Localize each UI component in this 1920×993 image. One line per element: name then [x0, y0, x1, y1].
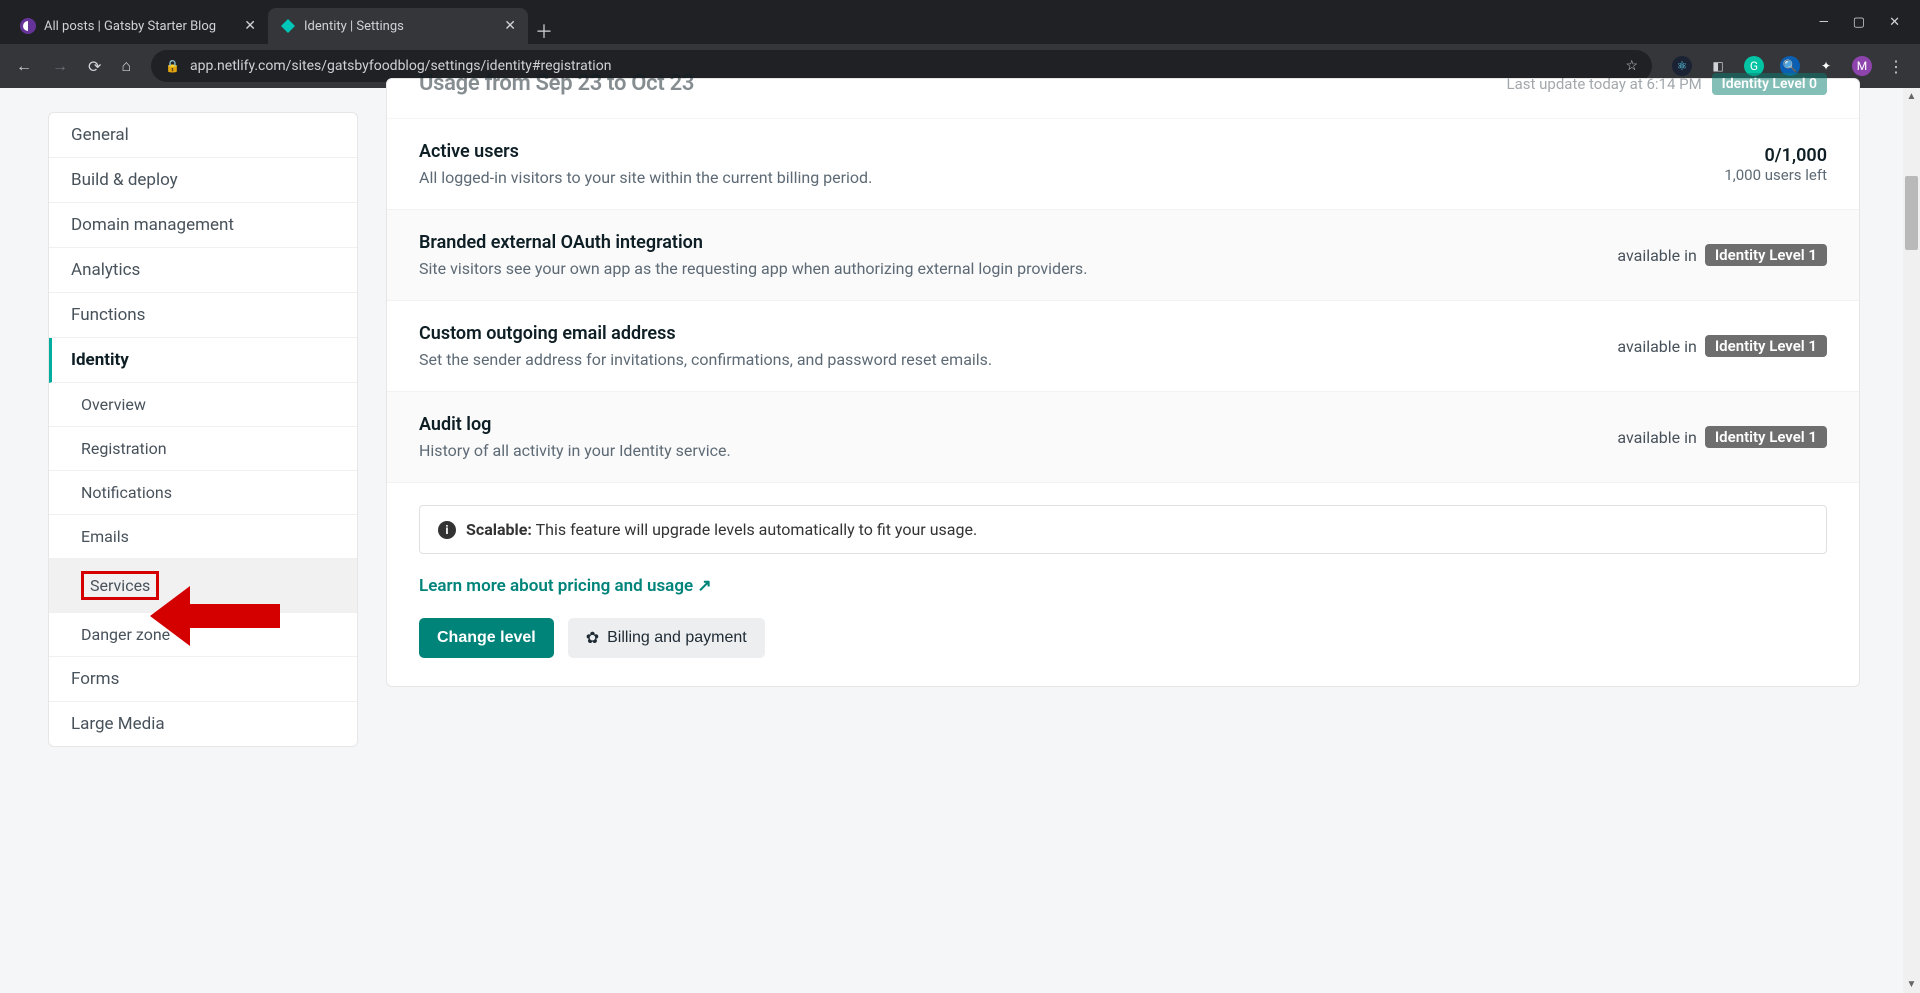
feature-title: Audit log — [419, 414, 731, 435]
sidebar-item-label: Danger zone — [81, 625, 170, 644]
sidebar-item-label: Domain management — [71, 215, 234, 235]
main-panel: Usage from Sep 23 to Oct 23 Last update … — [386, 78, 1860, 687]
lock-icon: 🔒 — [165, 59, 180, 73]
kebab-menu-icon[interactable]: ⋮ — [1888, 57, 1904, 76]
sidebar-item-label: Analytics — [71, 260, 140, 280]
close-window-icon[interactable]: ✕ — [1889, 15, 1900, 30]
sidebar-sub-services[interactable]: Services — [49, 559, 357, 613]
feature-branded-oauth: Branded external OAuth integration Site … — [387, 210, 1859, 301]
button-label: Billing and payment — [607, 629, 747, 647]
sidebar-item-forms[interactable]: Forms — [49, 657, 357, 702]
sidebar-item-domain[interactable]: Domain management — [49, 203, 357, 248]
feature-title: Custom outgoing email address — [419, 323, 992, 344]
feature-count: 0/1,000 — [1724, 145, 1827, 166]
window-controls: — ▢ ✕ — [1819, 0, 1920, 44]
action-buttons: Change level ✿ Billing and payment — [387, 618, 1859, 686]
scroll-down-icon[interactable]: ▼ — [1903, 976, 1920, 993]
sidebar-item-label: Large Media — [71, 714, 165, 734]
sidebar-sub-danger[interactable]: Danger zone — [49, 613, 357, 657]
minimize-icon[interactable]: — — [1819, 15, 1829, 30]
scroll-up-icon[interactable]: ▲ — [1903, 88, 1920, 105]
maximize-icon[interactable]: ▢ — [1853, 15, 1865, 30]
sidebar-item-label: Forms — [71, 669, 119, 689]
available-in-label: available in — [1617, 246, 1696, 265]
sidebar-item-label: Overview — [81, 395, 146, 414]
browser-tab-gatsby[interactable]: All posts | Gatsby Starter Blog ✕ — [8, 8, 268, 44]
browser-tabs: All posts | Gatsby Starter Blog ✕ Identi… — [0, 0, 1920, 44]
sidebar-sub-notifications[interactable]: Notifications — [49, 471, 357, 515]
new-tab-button[interactable]: ＋ — [528, 18, 560, 44]
browser-tab-title: Identity | Settings — [304, 19, 496, 34]
callout-label: Scalable: — [466, 520, 532, 539]
learn-more-text: Learn more about pricing and usage — [419, 576, 693, 596]
home-icon[interactable]: ⌂ — [121, 56, 131, 76]
sidebar-item-large-media[interactable]: Large Media — [49, 702, 357, 746]
usage-last-update: Last update today at 6:14 PM — [1507, 75, 1702, 93]
page-body: General Build & deploy Domain management… — [0, 88, 1920, 993]
sidebar-sub-overview[interactable]: Overview — [49, 383, 357, 427]
sidebar-item-label: Registration — [81, 439, 167, 458]
close-icon[interactable]: ✕ — [244, 18, 256, 34]
sidebar-sub-registration[interactable]: Registration — [49, 427, 357, 471]
info-icon: i — [438, 521, 456, 539]
sidebar-item-label: Identity — [71, 350, 129, 370]
learn-more-link[interactable]: Learn more about pricing and usage ↗ — [419, 576, 1827, 596]
available-in-label: available in — [1617, 428, 1696, 447]
sidebar-item-general[interactable]: General — [49, 113, 357, 158]
sidebar-item-label: Build & deploy — [71, 170, 178, 190]
gear-icon: ✿ — [586, 628, 599, 648]
sidebar-item-label: Services — [81, 571, 159, 600]
feature-custom-email: Custom outgoing email address Set the se… — [387, 301, 1859, 392]
sidebar-item-functions[interactable]: Functions — [49, 293, 357, 338]
sidebar-item-label: Notifications — [81, 483, 172, 502]
change-level-button[interactable]: Change level — [419, 618, 554, 658]
sidebar-item-label: General — [71, 125, 129, 145]
feature-audit-log: Audit log History of all activity in you… — [387, 392, 1859, 483]
netlify-favicon — [280, 18, 296, 34]
feature-level-badge: Identity Level 1 — [1705, 335, 1827, 357]
feature-desc: All logged-in visitors to your site with… — [419, 168, 872, 187]
gatsby-favicon — [20, 18, 36, 34]
browser-tab-title: All posts | Gatsby Starter Blog — [44, 19, 236, 34]
sidebar-item-identity[interactable]: Identity — [49, 338, 357, 383]
identity-level-badge: Identity Level 0 — [1712, 73, 1827, 95]
forward-icon[interactable]: → — [52, 56, 68, 76]
settings-sidebar: General Build & deploy Domain management… — [48, 112, 358, 747]
callout-text: This feature will upgrade levels automat… — [536, 520, 978, 539]
reload-icon[interactable]: ⟳ — [88, 57, 101, 76]
billing-button[interactable]: ✿ Billing and payment — [568, 618, 765, 658]
sidebar-sub-emails[interactable]: Emails — [49, 515, 357, 559]
close-icon[interactable]: ✕ — [504, 18, 516, 34]
scalable-callout: i Scalable: This feature will upgrade le… — [419, 505, 1827, 554]
feature-level-badge: Identity Level 1 — [1705, 426, 1827, 448]
vertical-scrollbar[interactable]: ▲ ▼ — [1903, 88, 1920, 993]
usage-header: Usage from Sep 23 to Oct 23 Last update … — [387, 71, 1859, 119]
feature-title: Branded external OAuth integration — [419, 232, 1087, 253]
usage-title: Usage from Sep 23 to Oct 23 — [419, 71, 694, 96]
feature-active-users: Active users All logged-in visitors to y… — [387, 119, 1859, 210]
external-link-icon: ↗ — [697, 576, 711, 596]
available-in-label: available in — [1617, 337, 1696, 356]
browser-tab-netlify[interactable]: Identity | Settings ✕ — [268, 8, 528, 44]
feature-desc: History of all activity in your Identity… — [419, 441, 731, 460]
back-icon[interactable]: ← — [16, 56, 32, 76]
feature-desc: Site visitors see your own app as the re… — [419, 259, 1087, 278]
feature-level-badge: Identity Level 1 — [1705, 244, 1827, 266]
feature-count-remaining: 1,000 users left — [1724, 166, 1827, 184]
sidebar-item-build-deploy[interactable]: Build & deploy — [49, 158, 357, 203]
feature-desc: Set the sender address for invitations, … — [419, 350, 992, 369]
feature-title: Active users — [419, 141, 872, 162]
sidebar-item-label: Functions — [71, 305, 145, 325]
button-label: Change level — [437, 629, 536, 646]
sidebar-item-analytics[interactable]: Analytics — [49, 248, 357, 293]
scroll-thumb[interactable] — [1905, 176, 1918, 250]
sidebar-item-label: Emails — [81, 527, 129, 546]
